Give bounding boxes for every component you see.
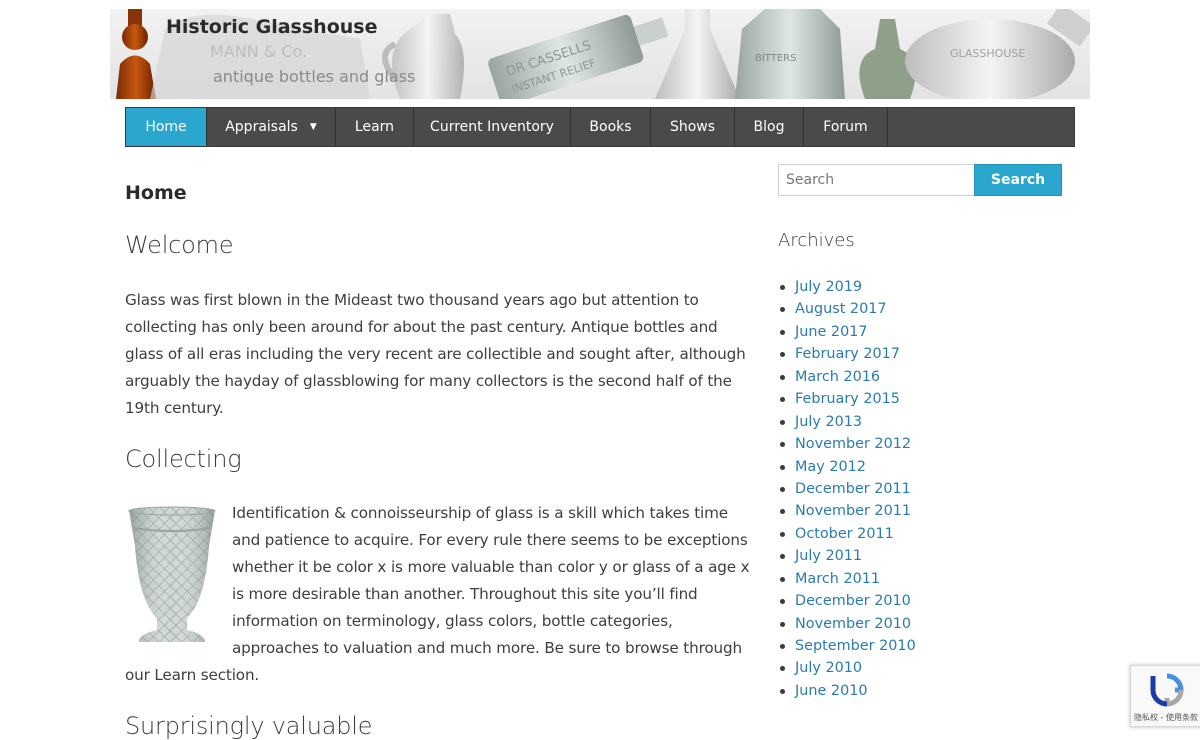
archive-link[interactable]: July 2010: [778, 657, 916, 679]
header-banner: MANN & Co. DR CASSELLS INSTANT RELIEF BI…: [110, 9, 1090, 99]
archive-link[interactable]: July 2019: [778, 276, 916, 298]
nav-item-forum[interactable]: Forum: [804, 108, 888, 146]
nav-item-label: Appraisals: [225, 119, 298, 135]
nav-item-learn[interactable]: Learn: [336, 108, 414, 146]
page-title: Home: [125, 182, 187, 204]
recaptcha-icon: [1150, 673, 1184, 707]
nav-item-label: Learn: [354, 119, 395, 135]
archive-link[interactable]: March 2011: [778, 568, 916, 590]
archive-link[interactable]: February 2017: [778, 343, 916, 365]
archives-title: Archives: [778, 230, 855, 251]
archive-link[interactable]: September 2010: [778, 635, 916, 657]
archive-link[interactable]: December 2010: [778, 590, 916, 612]
main-content: Home Welcome Glass was first blown in th…: [125, 178, 750, 740]
embossing-text: MANN & Co.: [210, 42, 307, 61]
archives-list: July 2019 August 2017 June 2017 February…: [778, 276, 916, 702]
nav-item-appraisals[interactable]: Appraisals ▼: [207, 108, 336, 146]
nav-item-home[interactable]: Home: [126, 108, 207, 146]
archive-link[interactable]: February 2015: [778, 388, 916, 410]
welcome-paragraph: Glass was first blown in the Mideast two…: [125, 291, 746, 417]
nav-item-current-inventory[interactable]: Current Inventory: [414, 108, 571, 146]
site-tagline: antique bottles and glass: [213, 67, 416, 86]
nav-item-label: Forum: [823, 119, 868, 135]
nav-item-label: Shows: [669, 119, 716, 135]
archive-link[interactable]: July 2011: [778, 545, 916, 567]
cut-glass-vase-image: [128, 506, 216, 642]
archive-link[interactable]: June 2017: [778, 321, 916, 343]
nav-item-books[interactable]: Books: [571, 108, 651, 146]
archive-link[interactable]: November 2012: [778, 433, 916, 455]
section-heading-surprisingly-valuable: Surprisingly valuable: [125, 712, 373, 740]
archive-link[interactable]: May 2012: [778, 456, 916, 478]
nav-item-label: Current Inventory: [430, 119, 554, 135]
archive-link[interactable]: October 2011: [778, 523, 916, 545]
archive-link[interactable]: November 2010: [778, 613, 916, 635]
archive-link[interactable]: November 2011: [778, 500, 916, 522]
amber-figural-bottle: [116, 9, 156, 99]
nav-item-shows[interactable]: Shows: [651, 108, 735, 146]
nav-item-blog[interactable]: Blog: [735, 108, 804, 146]
main-navigation: Home Appraisals ▼ Learn Current Inventory…: [125, 107, 1075, 147]
nav-item-label: Home: [145, 119, 187, 135]
archive-link[interactable]: December 2011: [778, 478, 916, 500]
chevron-down-icon: ▼: [309, 122, 317, 132]
archive-link[interactable]: August 2017: [778, 298, 916, 320]
collecting-block: Identification & connoisseurship of glas…: [125, 500, 750, 689]
nav-item-label: Books: [589, 119, 632, 135]
section-heading-welcome: Welcome: [125, 231, 234, 259]
site-title[interactable]: Historic Glasshouse: [166, 16, 377, 38]
embossing-text: BITTERS: [755, 53, 796, 64]
recaptcha-terms-text: 隐私权 - 使用条款: [1134, 713, 1198, 722]
recaptcha-badge[interactable]: 隐私权 - 使用条款: [1130, 665, 1200, 727]
search-button[interactable]: Search: [974, 164, 1062, 196]
embossing-text: GLASSHOUSE: [950, 47, 1025, 60]
archive-link[interactable]: June 2010: [778, 680, 916, 702]
archive-link[interactable]: March 2016: [778, 366, 916, 388]
nav-item-label: Blog: [753, 119, 785, 135]
archive-link[interactable]: July 2013: [778, 411, 916, 433]
search-input[interactable]: Search: [778, 164, 975, 196]
section-heading-collecting: Collecting: [125, 445, 242, 473]
